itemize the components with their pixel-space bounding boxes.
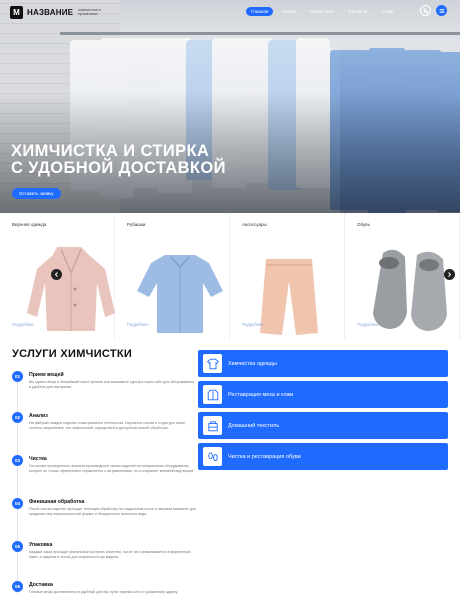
step-title: Упаковка	[29, 542, 53, 548]
hero-title-line-1: ХИМЧИСТКА И СТИРКА	[11, 142, 210, 160]
category-link[interactable]: Подробнее	[12, 322, 34, 327]
step-description: Каждый заказ проходит финальный контроль…	[29, 550, 191, 559]
shoes-image	[373, 249, 447, 331]
logo-icon[interactable]: M	[10, 5, 23, 19]
category-card-shoes[interactable]: Обувь Подробнее	[345, 213, 460, 340]
step-description: Готовые вещи доставляются в удобный для …	[29, 590, 179, 594]
category-link[interactable]: Подробнее	[357, 322, 379, 327]
category-card-accessories[interactable]: Аксессуары Подробнее	[230, 213, 345, 340]
coat-image	[27, 247, 115, 331]
category-title: Верхняя одежда	[12, 222, 47, 227]
trousers-image	[260, 259, 318, 335]
service-card-label: Реставрация меха и кожи	[228, 391, 294, 398]
category-card-shirts[interactable]: Рубашки Подробнее	[115, 213, 230, 340]
arrow-left-icon[interactable]	[51, 269, 62, 280]
service-card-clothing[interactable]: Химчистка одежды	[198, 350, 448, 377]
shirt-icon	[203, 354, 222, 373]
step-number: 05	[12, 541, 23, 552]
category-title: Аксессуары	[242, 222, 267, 227]
nav-item-home[interactable]: Главная	[246, 7, 274, 16]
step-title: Анализ	[29, 413, 48, 419]
brand-name[interactable]: НАЗВАНИЕ	[27, 8, 73, 17]
menu-icon[interactable]	[436, 5, 447, 16]
clothing-rail	[60, 32, 460, 35]
hero-banner: M НАЗВАНИЕ химчистка и прачечная Главная…	[0, 0, 460, 213]
category-carousel: Верхняя одежда Подробнее Рубашки Подробн…	[0, 213, 460, 340]
step-number: 01	[12, 371, 23, 382]
phone-icon[interactable]	[420, 5, 431, 16]
step-title: Чистка	[29, 456, 47, 462]
step-description: Вы сдаете вещи в ближайший пункт приема …	[29, 380, 195, 389]
request-button[interactable]: Оставить заявку	[12, 188, 61, 199]
category-title: Рубашки	[127, 222, 146, 227]
service-card-label: Чистка и реставрация обуви	[228, 453, 301, 460]
step-number: 04	[12, 498, 23, 509]
hero-title-line-2: С УДОБНОЙ ДОСТАВКОЙ	[11, 159, 226, 177]
footprints-icon	[203, 447, 222, 466]
step-title: Финишная обработка	[29, 499, 85, 505]
service-card-textile[interactable]: Домашний текстиль	[198, 412, 448, 439]
service-card-label: Домашний текстиль	[228, 422, 280, 429]
services-title: УСЛУГИ ХИМЧИСТКИ	[12, 348, 133, 360]
service-card-fur-leather[interactable]: Реставрация меха и кожи	[198, 381, 448, 408]
hero-title: ХИМЧИСТКА И СТИРКА С УДОБНОЙ ДОСТАВКОЙ	[11, 143, 226, 177]
nav-item-services[interactable]: Услуги	[277, 7, 301, 16]
step-description: На основе проведенного анализа производи…	[29, 464, 195, 473]
step-number: 06	[12, 581, 23, 592]
service-card-label: Химчистка одежды	[228, 360, 277, 367]
jacket-icon	[203, 385, 222, 404]
step-number: 02	[12, 412, 23, 423]
category-title: Обувь	[357, 222, 370, 227]
step-description: После чистки изделие проходит тепловую о…	[29, 507, 197, 516]
textile-icon	[203, 416, 222, 435]
step-title: Доставка	[29, 582, 53, 588]
category-link[interactable]: Подробнее	[127, 322, 149, 327]
brand-tagline: химчистка и прачечная	[78, 6, 101, 16]
category-link[interactable]: Подробнее	[242, 322, 264, 327]
step-number: 03	[12, 455, 23, 466]
step-title: Прием вещей	[29, 372, 64, 378]
service-card-shoes[interactable]: Чистка и реставрация обуви	[198, 443, 448, 470]
nav-item-about[interactable]: О нас	[376, 7, 398, 16]
nav-item-prices[interactable]: Прайс-лист	[305, 7, 339, 16]
nav-item-contacts[interactable]: Контакты	[343, 7, 372, 16]
arrow-right-icon[interactable]	[444, 269, 455, 280]
category-card-outerwear[interactable]: Верхняя одежда Подробнее	[0, 213, 115, 340]
main-menu: Главная Услуги Прайс-лист Контакты О нас	[246, 7, 398, 16]
step-description: На фабрике каждое изделие осматривается …	[29, 421, 186, 430]
